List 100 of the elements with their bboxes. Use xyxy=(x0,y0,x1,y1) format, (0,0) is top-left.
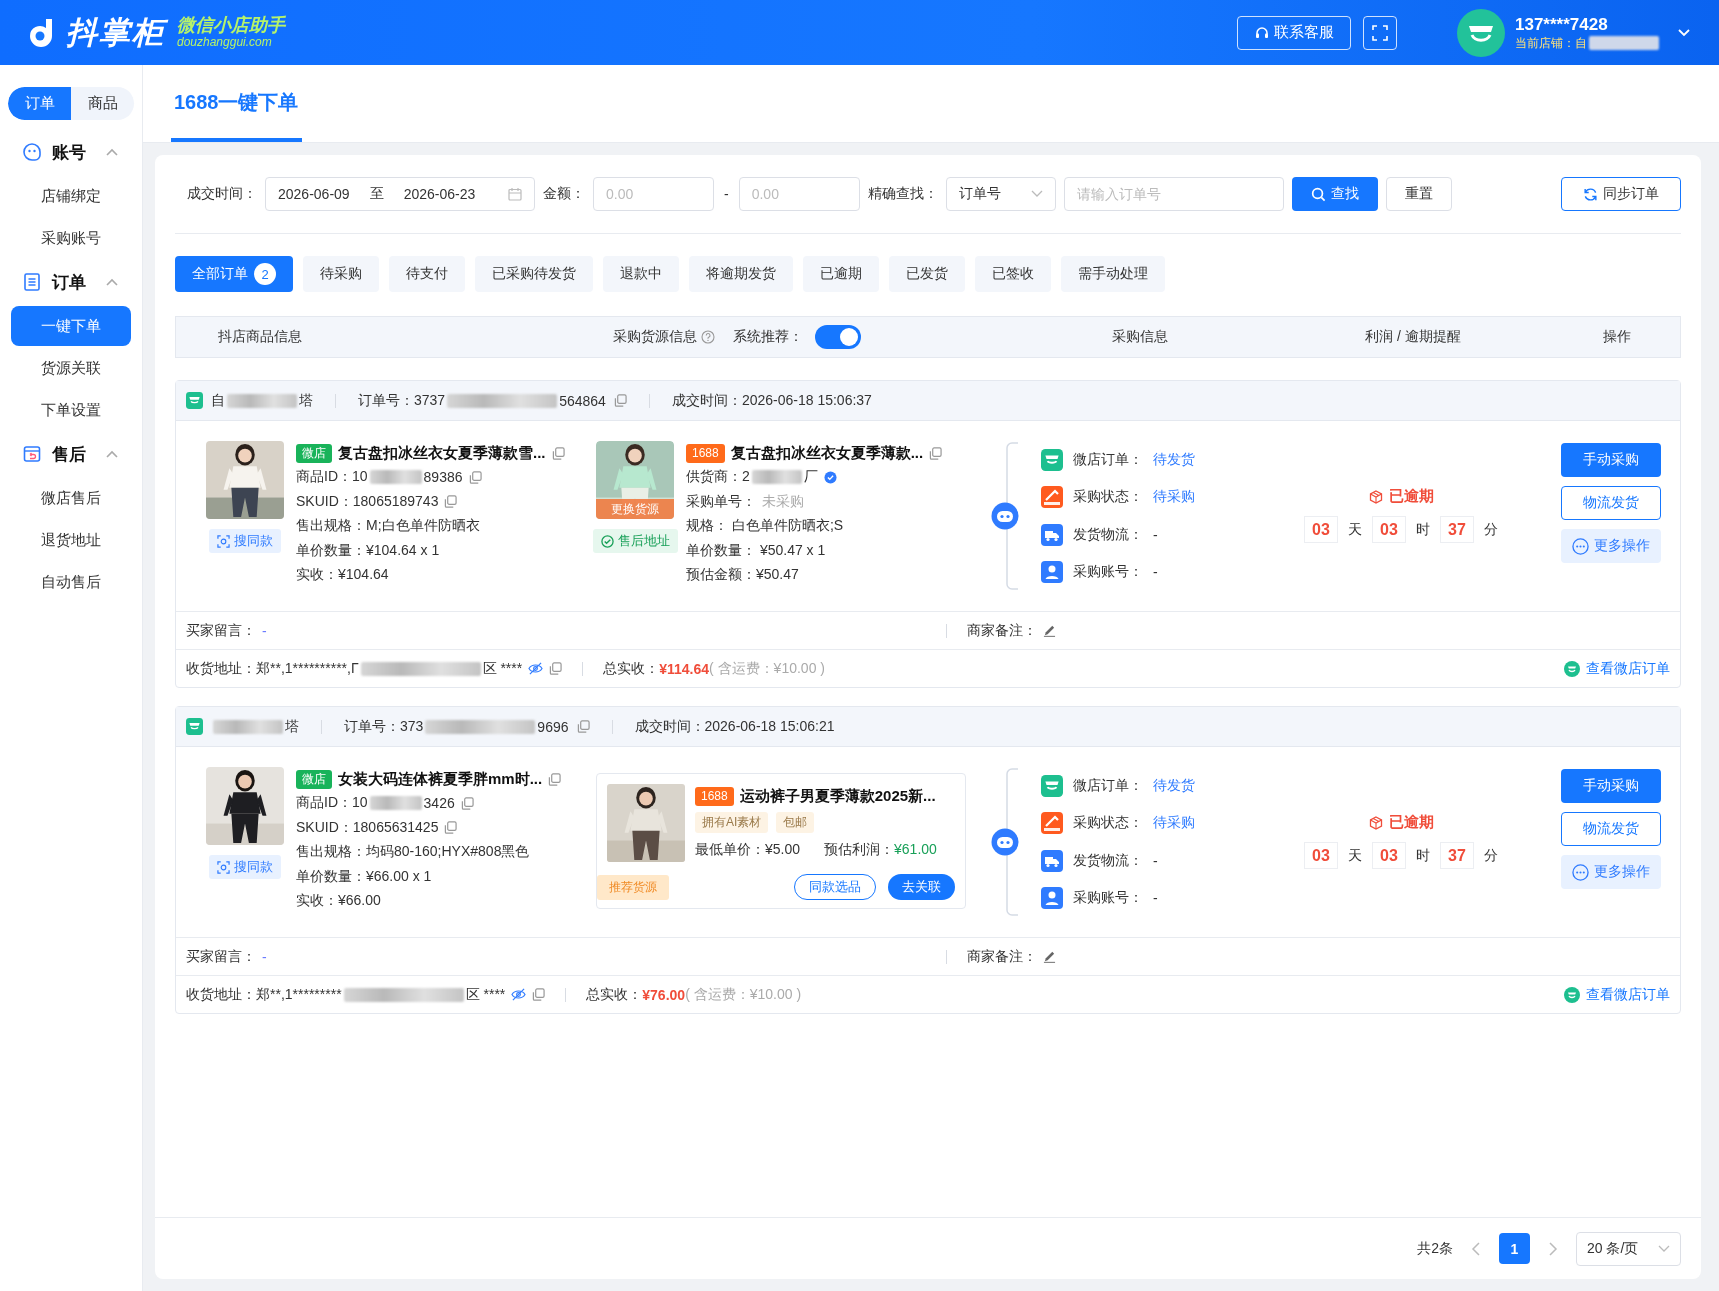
manual-purchase-button[interactable]: 手动采购 xyxy=(1560,443,1661,477)
fullscreen-button[interactable] xyxy=(1363,15,1397,50)
page-tab[interactable]: 1688一键下单 xyxy=(171,89,302,142)
status-tab[interactable]: 退款中 xyxy=(603,256,679,292)
status-tab[interactable]: 将逾期发货 xyxy=(689,256,793,292)
eye-off-icon[interactable] xyxy=(528,662,544,675)
support-button[interactable]: 联系客服 xyxy=(1237,15,1351,50)
channel-tag: 微店 xyxy=(296,769,332,789)
eye-off-icon[interactable] xyxy=(511,988,527,1001)
store-name: 塔 xyxy=(211,717,299,736)
view-order-link[interactable]: 查看微店订单 xyxy=(1564,985,1670,1004)
chevron-down-icon xyxy=(1658,1244,1670,1253)
search-type-select[interactable]: 订单号 xyxy=(945,177,1056,211)
amount-min-field[interactable]: 0.00 xyxy=(593,177,714,211)
edit-icon[interactable] xyxy=(1043,624,1056,637)
buyer-note: - xyxy=(262,622,267,639)
total-received: 总实收：¥114.64( 含运费：¥10.00 ) xyxy=(603,659,825,678)
menu-item[interactable]: 货源关联 xyxy=(11,348,131,388)
menu-group[interactable]: 售后 xyxy=(0,432,142,476)
segment-tab[interactable]: 商品 xyxy=(71,87,134,120)
segment-tab[interactable]: 订单 xyxy=(8,87,71,120)
more-icon xyxy=(1571,537,1589,555)
copy-icon xyxy=(549,662,563,675)
chevron-down-icon[interactable] xyxy=(1677,27,1691,38)
info-value: - xyxy=(1153,852,1158,869)
column-header: 操作 xyxy=(1603,328,1631,346)
status-tab[interactable]: 全部订单 2 xyxy=(175,256,293,292)
min-price: 最低单价：¥5.00 xyxy=(695,841,801,859)
column-header: 抖店商品信息 xyxy=(218,328,302,346)
status-link[interactable]: 待发货 xyxy=(1153,450,1195,469)
source-spec: 规格： 白色单件防晒衣;S xyxy=(686,516,845,536)
countdown-minutes: 37 xyxy=(1440,516,1474,543)
link-source-button[interactable]: 去关联 xyxy=(888,874,955,900)
next-page-icon[interactable] xyxy=(1548,1241,1558,1256)
note-label: 商家备注： xyxy=(967,947,1037,966)
status-link[interactable]: 待发货 xyxy=(1153,776,1195,795)
sync-orders-button[interactable]: 同步订单 xyxy=(1561,177,1681,211)
channel-tag: 微店 xyxy=(296,443,332,463)
menu-group[interactable]: 账号 xyxy=(0,130,142,174)
status-tab[interactable]: 待采购 xyxy=(303,256,379,292)
more-actions-button[interactable]: 更多操作 xyxy=(1560,529,1661,563)
ship-button[interactable]: 物流发货 xyxy=(1560,486,1661,520)
menu-item[interactable]: 微店售后 xyxy=(11,478,131,518)
status-tab[interactable]: 需手动处理 xyxy=(1061,256,1165,292)
find-similar-button[interactable]: 搜同款 xyxy=(209,855,281,879)
copy-icon xyxy=(929,446,943,460)
filter-label: 金额： xyxy=(543,185,585,203)
search-button[interactable]: 查找 xyxy=(1291,177,1378,211)
order-number-field[interactable]: 请输入订单号 xyxy=(1063,177,1284,211)
estimated-profit: 预估利润：¥61.00 xyxy=(824,841,937,859)
store-icon xyxy=(186,392,203,409)
menu-item[interactable]: 一键下单 xyxy=(11,306,131,346)
filter-label: 成交时间： xyxy=(187,185,257,203)
note-label: 买家留言： xyxy=(186,947,256,966)
info-label: 微店订单： xyxy=(1073,776,1143,795)
view-order-link[interactable]: 查看微店订单 xyxy=(1564,659,1670,678)
package-icon xyxy=(1368,489,1383,504)
headset-icon xyxy=(1254,24,1270,41)
similar-pick-button[interactable]: 同款选品 xyxy=(794,874,876,900)
menu-item[interactable]: 退货地址 xyxy=(11,520,131,560)
countdown-days: 03 xyxy=(1304,842,1338,869)
menu-item[interactable]: 采购账号 xyxy=(11,218,131,258)
product-title: 女装大码连体裤夏季胖mm时... xyxy=(338,769,543,789)
menu-group[interactable]: 订单 xyxy=(0,260,142,304)
menu-item[interactable]: 店铺绑定 xyxy=(11,176,131,216)
status-tab[interactable]: 待支付 xyxy=(389,256,465,292)
status-tab[interactable]: 已发货 xyxy=(889,256,965,292)
date-range-field[interactable]: 2026-06-09 至 2026-06-23 xyxy=(265,177,535,211)
copy-icon xyxy=(460,796,474,810)
page-button[interactable]: 1 xyxy=(1499,1233,1530,1264)
scan-icon xyxy=(217,534,230,548)
logo-domain: douzhanggui.com xyxy=(177,35,273,49)
countdown-minutes: 37 xyxy=(1440,842,1474,869)
amount-max-field[interactable]: 0.00 xyxy=(738,177,860,211)
find-similar-button[interactable]: 搜同款 xyxy=(209,529,281,553)
status-tab[interactable]: 已采购待发货 xyxy=(475,256,593,292)
menu-item[interactable]: 自动售后 xyxy=(11,562,131,602)
ship-button[interactable]: 物流发货 xyxy=(1560,812,1661,846)
source-tag: 1688 xyxy=(695,786,734,806)
menu-item[interactable]: 下单设置 xyxy=(11,390,131,430)
toggle-switch[interactable] xyxy=(815,325,861,349)
received-amount: 实收：¥66.00 xyxy=(296,891,382,911)
filter-label: 精确查找： xyxy=(867,185,938,203)
manual-purchase-button[interactable]: 手动采购 xyxy=(1560,769,1661,803)
status-tab[interactable]: 已逾期 xyxy=(803,256,879,292)
robot-icon xyxy=(991,828,1019,856)
status-link[interactable]: 待采购 xyxy=(1153,488,1195,507)
buyer-note: - xyxy=(262,948,267,965)
status-tab[interactable]: 已签收 xyxy=(975,256,1051,292)
more-actions-button[interactable]: 更多操作 xyxy=(1560,855,1661,889)
reset-button[interactable]: 重置 xyxy=(1385,177,1452,211)
page-size-select[interactable]: 20 条/页 xyxy=(1576,1231,1681,1266)
feature-tag: 拥有AI素材 xyxy=(695,812,769,833)
status-link[interactable]: 待采购 xyxy=(1153,814,1195,833)
copy-icon xyxy=(444,821,458,835)
edit-icon[interactable] xyxy=(1043,950,1056,963)
order-time: 成交时间：2026-06-18 15:06:37 xyxy=(671,391,872,410)
estimated-amount: 预估金额：¥50.47 xyxy=(686,565,800,585)
supplier-name: 供货商：2 厂 xyxy=(686,468,818,487)
previous-page-icon[interactable] xyxy=(1471,1241,1481,1256)
